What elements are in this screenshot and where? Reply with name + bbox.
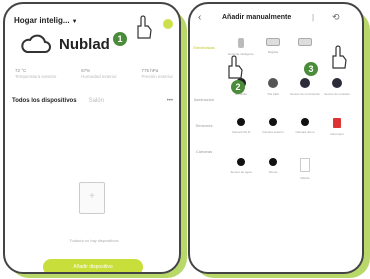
device-tile[interactable]: Sensor de agua (225, 152, 257, 192)
cam-icon (269, 158, 277, 166)
device-tile[interactable]: Regleta (257, 32, 289, 72)
tab-living-room[interactable]: Salón (89, 98, 104, 104)
home-screen: Hogar intelig... ▼ Nublad 72 °C Temperatur… (3, 2, 181, 274)
weather-condition: Nublad (59, 35, 110, 53)
weather-stats: 72 °C Temperatura exterior 67% Humedad ext… (15, 68, 173, 80)
device-tile[interactable]: Mando (289, 152, 321, 192)
device-tile[interactable]: Cámara domo (289, 112, 321, 152)
strip-icon (298, 38, 312, 46)
weather-widget: Nublad (19, 34, 110, 54)
strip-icon (266, 38, 280, 46)
device-label: Tira LED (267, 92, 279, 96)
step-badge-1: 1 (113, 32, 127, 46)
device-tile[interactable]: Sensor de contacto (321, 72, 353, 112)
device-tile[interactable]: Cámara exterior (257, 112, 289, 152)
sidebar-item-electrical[interactable]: Electricistas (190, 34, 218, 60)
device-tile[interactable]: Sirena (257, 152, 289, 192)
home-selector[interactable]: Hogar intelig... ▼ (14, 16, 78, 25)
cloud-icon (21, 34, 51, 53)
stat-temperature: 72 °C Temperatura exterior (15, 68, 57, 80)
device-label: Regleta (267, 50, 279, 54)
device-label: Sensor de movimiento (290, 92, 320, 96)
step-badge-3: 3 (304, 62, 318, 76)
switch-icon (333, 118, 341, 128)
device-tile[interactable]: Cámara Wi-Fi (225, 112, 257, 152)
tab-all-devices[interactable]: Todos los dispositivos (12, 98, 77, 104)
empty-document-icon: + (79, 182, 105, 214)
add-device-button[interactable]: Añadir dispositivo (43, 259, 143, 272)
stat-sub: Presión exterior (141, 74, 173, 79)
device-tile[interactable]: Tira LED (257, 72, 289, 112)
stat-pressure: 775 hPa Presión exterior (141, 68, 173, 80)
stat-humidity: 67% Humedad exterior (81, 68, 117, 80)
divider: | (312, 13, 315, 22)
home-name: Hogar intelig... (14, 16, 70, 25)
sensor-icon (332, 78, 342, 88)
device-label: Cámara Wi-Fi (231, 130, 251, 134)
hand-pointer-icon (228, 55, 243, 79)
device-tile[interactable]: Sensor de movimiento (289, 72, 321, 112)
sidebar-item-sensors[interactable]: Sensores (190, 112, 218, 138)
stat-sub: Temperatura exterior (15, 74, 57, 79)
white-icon (300, 158, 310, 172)
sidebar-item-cameras[interactable]: Cámaras (190, 138, 218, 164)
sidebar-item-2[interactable] (190, 60, 218, 86)
back-arrow-icon[interactable]: ‹ (198, 12, 201, 23)
step-badge-2: 2 (231, 80, 245, 94)
cam-icon (301, 118, 309, 126)
devices-tabs: Todos los dispositivos Salón ••• (12, 98, 173, 104)
empty-state-text: Todavía no hay dispositivos (69, 238, 119, 243)
device-label: Cámara exterior (262, 130, 284, 134)
device-label: Sensor de agua (230, 170, 252, 174)
sidebar-item-lighting[interactable]: Iluminación (190, 86, 218, 112)
hand-pointer-icon (137, 15, 152, 39)
device-label: Sirena (268, 170, 278, 174)
page-title: Añadir manualmente (222, 14, 292, 21)
scan-icon[interactable]: ⟲ (332, 12, 340, 23)
category-sidebar: Electricistas Iluminación Sensores Cámar… (190, 34, 218, 164)
plug-icon (238, 38, 244, 48)
hand-pointer-icon (332, 45, 347, 69)
device-label: Sensor de contacto (324, 92, 350, 96)
device-label: Mando (300, 176, 310, 180)
device-label: Cámara domo (295, 130, 315, 134)
device-tile[interactable]: Interruptor (321, 112, 353, 152)
add-manually-screen: ‹ Añadir manualmente | ⟲ Electricistas I… (188, 2, 364, 274)
cam-icon (269, 118, 277, 126)
led-icon (268, 78, 278, 88)
sensor-icon (300, 78, 310, 88)
device-label: Interruptor (330, 132, 344, 136)
add-device-plus-button[interactable] (163, 19, 173, 29)
cam-icon (237, 158, 245, 166)
chevron-down-icon: ▼ (71, 19, 78, 25)
stat-sub: Humedad exterior (81, 74, 117, 79)
cam-icon (237, 118, 245, 126)
more-icon[interactable]: ••• (167, 98, 173, 104)
